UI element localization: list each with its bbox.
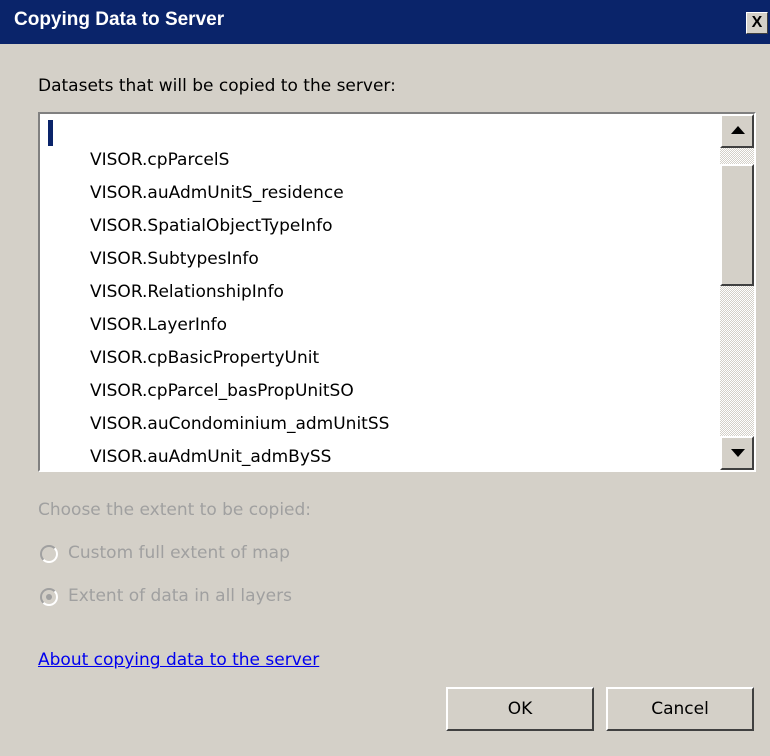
arrow-down-icon <box>731 449 745 457</box>
datasets-list: VISOR.cpParcelS VISOR.auAdmUnitS_residenc… <box>90 144 389 470</box>
about-copying-link[interactable]: About copying data to the server <box>38 650 319 670</box>
datasets-label: Datasets that will be copied to the serv… <box>38 76 396 96</box>
radio-data-extent-label: Extent of data in all layers <box>68 586 292 606</box>
title-bar: Copying Data to Server X <box>0 0 770 44</box>
radio-custom-extent-label: Custom full extent of map <box>68 543 290 563</box>
radio-data-extent[interactable] <box>40 588 58 606</box>
focus-caret <box>48 120 53 146</box>
dataset-list-item[interactable]: VISOR.auAdmUnitS_residence <box>90 177 389 210</box>
scroll-up-button[interactable] <box>720 114 754 148</box>
datasets-list-viewport: VISOR.cpParcelS VISOR.auAdmUnitS_residenc… <box>40 114 720 470</box>
cancel-button[interactable]: Cancel <box>606 687 754 731</box>
dataset-list-item[interactable]: VISOR.auCondominium_admUnitSS <box>90 408 389 441</box>
radio-selected-dot <box>46 594 52 600</box>
dataset-list-item[interactable]: VISOR.SubtypesInfo <box>90 243 389 276</box>
dataset-list-item[interactable]: VISOR.cpBasicPropertyUnit <box>90 342 389 375</box>
scroll-down-button[interactable] <box>720 436 754 470</box>
extent-label: Choose the extent to be copied: <box>38 500 312 520</box>
dataset-list-item[interactable]: VISOR.cpParcelS <box>90 144 389 177</box>
radio-custom-extent[interactable] <box>40 545 58 563</box>
dataset-list-item[interactable]: VISOR.auAdmUnit_admBySS <box>90 441 389 470</box>
ok-button[interactable]: OK <box>446 687 594 731</box>
dataset-list-item[interactable]: VISOR.LayerInfo <box>90 309 389 342</box>
window-title: Copying Data to Server <box>14 9 225 30</box>
dataset-list-item[interactable]: VISOR.cpParcel_basPropUnitSO <box>90 375 389 408</box>
close-icon: X <box>751 14 763 31</box>
dataset-list-item[interactable]: VISOR.RelationshipInfo <box>90 276 389 309</box>
dataset-list-item[interactable]: VISOR.SpatialObjectTypeInfo <box>90 210 389 243</box>
close-button[interactable]: X <box>746 12 768 34</box>
vertical-scrollbar[interactable] <box>720 114 754 470</box>
arrow-up-icon <box>731 126 745 134</box>
scrollbar-thumb[interactable] <box>720 164 754 286</box>
datasets-listbox[interactable]: VISOR.cpParcelS VISOR.auAdmUnitS_residenc… <box>38 112 756 472</box>
